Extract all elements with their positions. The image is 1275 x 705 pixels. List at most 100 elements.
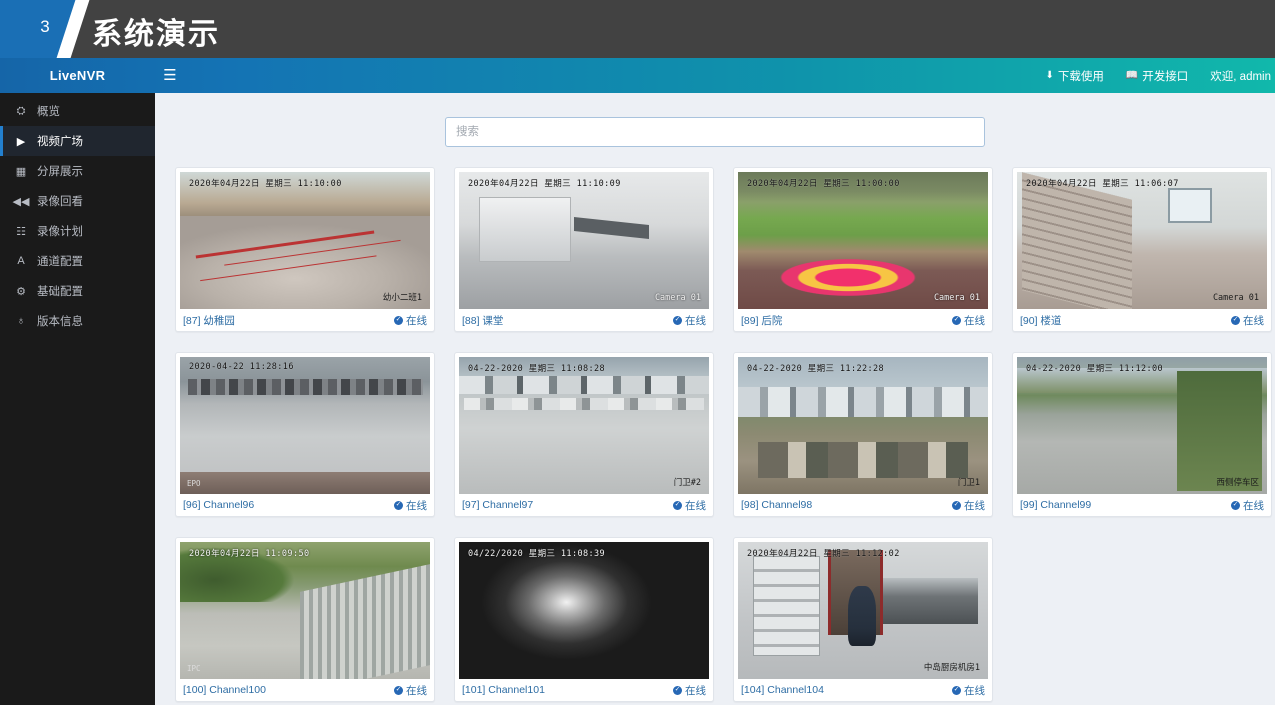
camera-thumbnail[interactable]: 2020年04月22日 星期三 11:10:00 幼小二班1 bbox=[180, 172, 430, 309]
camera-caption: [101] Channel101 ✓ 在线 bbox=[459, 679, 709, 701]
camera-scene bbox=[738, 357, 988, 494]
check-circle-icon: ✓ bbox=[1231, 315, 1240, 325]
camera-thumbnail[interactable]: 2020年04月22日 星期三 11:10:09 Camera 01 bbox=[459, 172, 709, 309]
camera-thumbnail[interactable]: 2020年04月22日 11:09:50 IPC bbox=[180, 542, 430, 679]
camera-thumbnail[interactable]: 2020年04月22日 星期三 11:12:02 中岛厨房机房1 bbox=[738, 542, 988, 679]
check-circle-icon: ✓ bbox=[952, 500, 961, 510]
camera-card[interactable]: 04-22-2020 星期三 11:12:00 西侧停车区 [99] Chann… bbox=[1012, 352, 1272, 517]
sidebar-item-video-wall[interactable]: ▶ 视频广场 bbox=[0, 126, 155, 156]
camera-name[interactable]: [98] Channel98 bbox=[741, 499, 812, 511]
status-label: 在线 bbox=[685, 314, 706, 327]
camera-caption: [104] Channel104 ✓ 在线 bbox=[738, 679, 988, 701]
search-bar bbox=[155, 93, 1275, 147]
check-circle-icon: ✓ bbox=[673, 315, 682, 325]
sidebar-item-basic-config[interactable]: ⚙ 基础配置 bbox=[0, 276, 155, 306]
camera-thumbnail[interactable]: 04-22-2020 星期三 11:12:00 西侧停车区 bbox=[1017, 357, 1267, 494]
slide-number: 3 bbox=[40, 17, 50, 36]
camera-card[interactable]: 2020年04月22日 星期三 11:00:00 Camera 01 [89] … bbox=[733, 167, 993, 332]
status-badge: ✓ 在线 bbox=[1231, 498, 1264, 513]
sidebar-item-version-info[interactable]: ♁ 版本信息 bbox=[0, 306, 155, 336]
book-icon: 📖 bbox=[1125, 70, 1139, 81]
camera-caption: [89] 后院 ✓ 在线 bbox=[738, 309, 988, 331]
search-input[interactable] bbox=[445, 117, 985, 147]
camera-thumbnail[interactable]: 04-22-2020 星期三 11:22:28 门卫1 bbox=[738, 357, 988, 494]
camera-name[interactable]: [89] 后院 bbox=[741, 313, 782, 328]
camera-card[interactable]: 2020年04月22日 星期三 11:12:02 中岛厨房机房1 [104] C… bbox=[733, 537, 993, 702]
status-label: 在线 bbox=[964, 684, 985, 697]
camera-name[interactable]: [99] Channel99 bbox=[1020, 499, 1091, 511]
camera-grid: 2020年04月22日 星期三 11:10:00 幼小二班1 [87] 幼稚园 … bbox=[155, 147, 1275, 702]
font-a-icon: A bbox=[17, 255, 25, 267]
camera-name[interactable]: [100] Channel100 bbox=[183, 684, 266, 696]
play-icon: ▶ bbox=[16, 135, 26, 148]
sidebar-item-label: 版本信息 bbox=[37, 316, 83, 328]
camera-overlay-label-left: IPC bbox=[187, 664, 201, 673]
user-greeting[interactable]: 欢迎, admin bbox=[1199, 58, 1275, 93]
camera-thumbnail[interactable]: 04-22-2020 星期三 11:08:28 门卫#2 bbox=[459, 357, 709, 494]
camera-scene bbox=[459, 172, 709, 309]
camera-card[interactable]: 04-22-2020 星期三 11:08:28 门卫#2 [97] Channe… bbox=[454, 352, 714, 517]
sidebar-item-record-plan[interactable]: ☷ 录像计划 bbox=[0, 216, 155, 246]
status-badge: ✓ 在线 bbox=[952, 313, 985, 328]
sidebar-item-label: 视频广场 bbox=[37, 136, 83, 148]
camera-thumbnail[interactable]: 2020年04月22日 星期三 11:00:00 Camera 01 bbox=[738, 172, 988, 309]
sidebar-item-overview[interactable]: ⛭ 概览 bbox=[0, 96, 155, 126]
camera-card[interactable]: 2020年04月22日 星期三 11:10:00 幼小二班1 [87] 幼稚园 … bbox=[175, 167, 435, 332]
check-circle-icon: ✓ bbox=[394, 315, 403, 325]
sidebar-item-channel-config[interactable]: A 通道配置 bbox=[0, 246, 155, 276]
camera-card[interactable]: 2020年04月22日 11:09:50 IPC [100] Channel10… bbox=[175, 537, 435, 702]
camera-overlay-label: 西侧停车区 bbox=[1216, 478, 1259, 488]
sidebar-item-split-screen[interactable]: ▦ 分屏展示 bbox=[0, 156, 155, 186]
status-label: 在线 bbox=[685, 499, 706, 512]
camera-card[interactable]: 04/22/2020 星期三 11:08:39 [101] Channel101… bbox=[454, 537, 714, 702]
api-doc-link[interactable]: 📖 开发接口 bbox=[1115, 58, 1199, 93]
status-badge: ✓ 在线 bbox=[673, 683, 706, 698]
camera-timestamp: 2020年04月22日 星期三 11:10:00 bbox=[189, 179, 342, 189]
camera-caption: [98] Channel98 ✓ 在线 bbox=[738, 494, 988, 516]
camera-thumbnail[interactable]: 2020年04月22日 星期三 11:06:07 Camera 01 bbox=[1017, 172, 1267, 309]
scene-person bbox=[848, 585, 876, 647]
sidebar-item-playback[interactable]: ◀◀ 录像回看 bbox=[0, 186, 155, 216]
hamburger-icon[interactable]: ☰ bbox=[155, 68, 185, 83]
brand-logo[interactable]: LiveNVR bbox=[0, 68, 155, 83]
camera-name[interactable]: [96] Channel96 bbox=[183, 499, 254, 511]
camera-name[interactable]: [87] 幼稚园 bbox=[183, 313, 235, 328]
status-badge: ✓ 在线 bbox=[673, 313, 706, 328]
status-label: 在线 bbox=[685, 684, 706, 697]
slide-banner: 3 系统演示 bbox=[0, 0, 1275, 58]
status-badge: ✓ 在线 bbox=[394, 498, 427, 513]
camera-timestamp: 2020年04月22日 11:09:50 bbox=[189, 549, 310, 559]
camera-overlay-label: Camera 01 bbox=[933, 293, 980, 303]
camera-thumbnail[interactable]: 04/22/2020 星期三 11:08:39 bbox=[459, 542, 709, 679]
check-circle-icon: ✓ bbox=[394, 685, 403, 695]
sidebar: ⛭ 概览 ▶ 视频广场 ▦ 分屏展示 ◀◀ 录像回看 ☷ 录像计划 A 通道配置… bbox=[0, 93, 155, 705]
camera-name[interactable]: [88] 课堂 bbox=[462, 313, 503, 328]
camera-timestamp: 2020年04月22日 星期三 11:00:00 bbox=[747, 179, 900, 189]
camera-overlay-label: 幼小二班1 bbox=[382, 293, 422, 303]
download-link[interactable]: ⬇ 下载使用 bbox=[1034, 58, 1114, 93]
check-circle-icon: ✓ bbox=[1231, 500, 1240, 510]
camera-name[interactable]: [101] Channel101 bbox=[462, 684, 545, 696]
camera-caption: [87] 幼稚园 ✓ 在线 bbox=[180, 309, 430, 331]
navbar-right-group: ⬇ 下载使用 📖 开发接口 欢迎, admin bbox=[1034, 58, 1275, 93]
sidebar-item-label: 分屏展示 bbox=[37, 166, 83, 178]
camera-card[interactable]: 2020-04-22 11:28:16 EPO [96] Channel96 ✓… bbox=[175, 352, 435, 517]
camera-thumbnail[interactable]: 2020-04-22 11:28:16 EPO bbox=[180, 357, 430, 494]
camera-overlay-label: 门卫1 bbox=[957, 478, 980, 488]
camera-name[interactable]: [104] Channel104 bbox=[741, 684, 824, 696]
status-label: 在线 bbox=[406, 314, 427, 327]
calendar-icon: ☷ bbox=[16, 225, 26, 238]
status-badge: ✓ 在线 bbox=[394, 313, 427, 328]
camera-card[interactable]: 2020年04月22日 星期三 11:10:09 Camera 01 [88] … bbox=[454, 167, 714, 332]
sidebar-item-label: 基础配置 bbox=[37, 286, 83, 298]
camera-name[interactable]: [90] 楼道 bbox=[1020, 313, 1061, 328]
camera-scene bbox=[738, 172, 988, 309]
status-badge: ✓ 在线 bbox=[394, 683, 427, 698]
camera-scene bbox=[180, 172, 430, 309]
camera-caption: [96] Channel96 ✓ 在线 bbox=[180, 494, 430, 516]
camera-card[interactable]: 04-22-2020 星期三 11:22:28 门卫1 [98] Channel… bbox=[733, 352, 993, 517]
camera-card[interactable]: 2020年04月22日 星期三 11:06:07 Camera 01 [90] … bbox=[1012, 167, 1272, 332]
camera-caption: [97] Channel97 ✓ 在线 bbox=[459, 494, 709, 516]
check-circle-icon: ✓ bbox=[394, 500, 403, 510]
camera-name[interactable]: [97] Channel97 bbox=[462, 499, 533, 511]
